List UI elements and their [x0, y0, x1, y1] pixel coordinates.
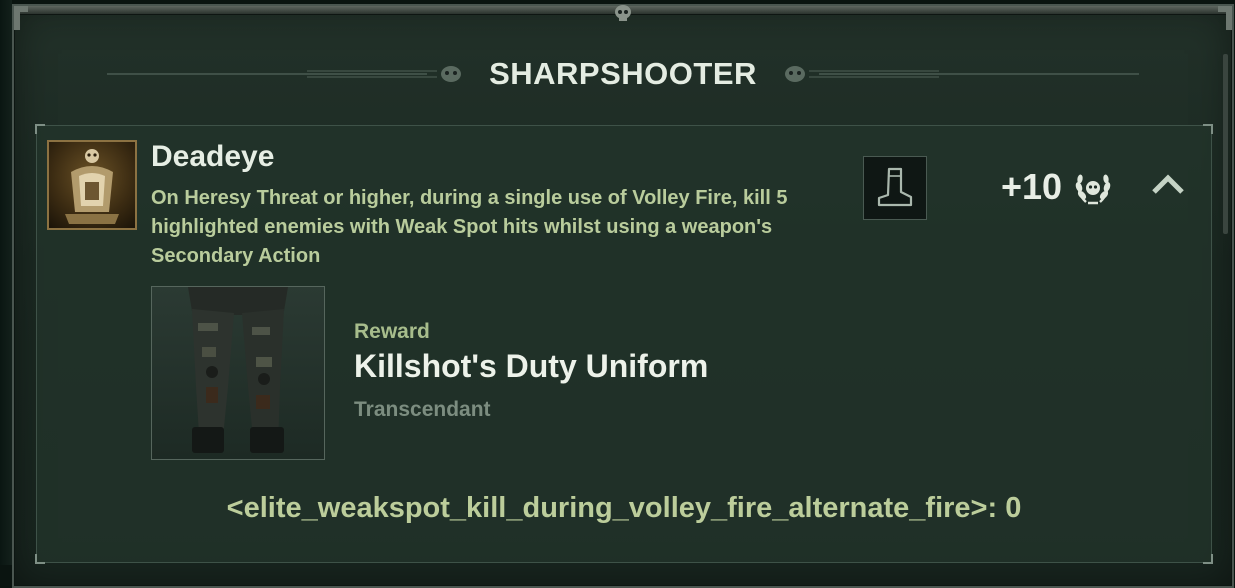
- points-value: +10: [1001, 166, 1063, 207]
- card-corner: [35, 554, 45, 564]
- achievement-card[interactable]: Deadeye On Heresy Threat or higher, duri…: [35, 124, 1213, 564]
- chevron-up-icon[interactable]: [1151, 172, 1185, 196]
- achievement-title: Deadeye: [151, 140, 275, 173]
- boot-icon: [877, 167, 913, 207]
- background-edge: [0, 0, 12, 565]
- header-left-ornament-icon: [107, 66, 462, 82]
- skull-ornament-icon: [615, 5, 631, 21]
- achievement-points: +10: [1001, 164, 1112, 210]
- laurel-wreath-icon: [1075, 174, 1111, 205]
- header-right-ornament-icon: [784, 66, 1139, 82]
- achievement-description: On Heresy Threat or higher, during a sin…: [151, 187, 788, 267]
- skull-portrait-icon: [47, 140, 137, 230]
- section-header: SHARPSHOOTER: [14, 54, 1232, 94]
- reward-rarity: Transcendant: [354, 398, 491, 421]
- reward-label: Reward: [354, 320, 430, 343]
- uniform-legs-icon: [188, 287, 288, 453]
- card-corner: [1203, 554, 1213, 564]
- frame-corner-icon: [14, 6, 28, 30]
- reward-image: [151, 286, 325, 460]
- category-badge: [863, 156, 927, 220]
- achievement-panel: SHARPSHOOTER Deadeye On Heresy Threat or…: [12, 4, 1234, 588]
- progress-text: <elite_weakspot_kill_during_volley_fire_…: [226, 492, 1022, 524]
- card-corner: [1203, 124, 1213, 134]
- page-title: SHARPSHOOTER: [489, 56, 757, 91]
- reward-name: Killshot's Duty Uniform: [354, 348, 709, 384]
- frame-corner-icon: [1218, 6, 1232, 30]
- card-corner: [35, 124, 45, 134]
